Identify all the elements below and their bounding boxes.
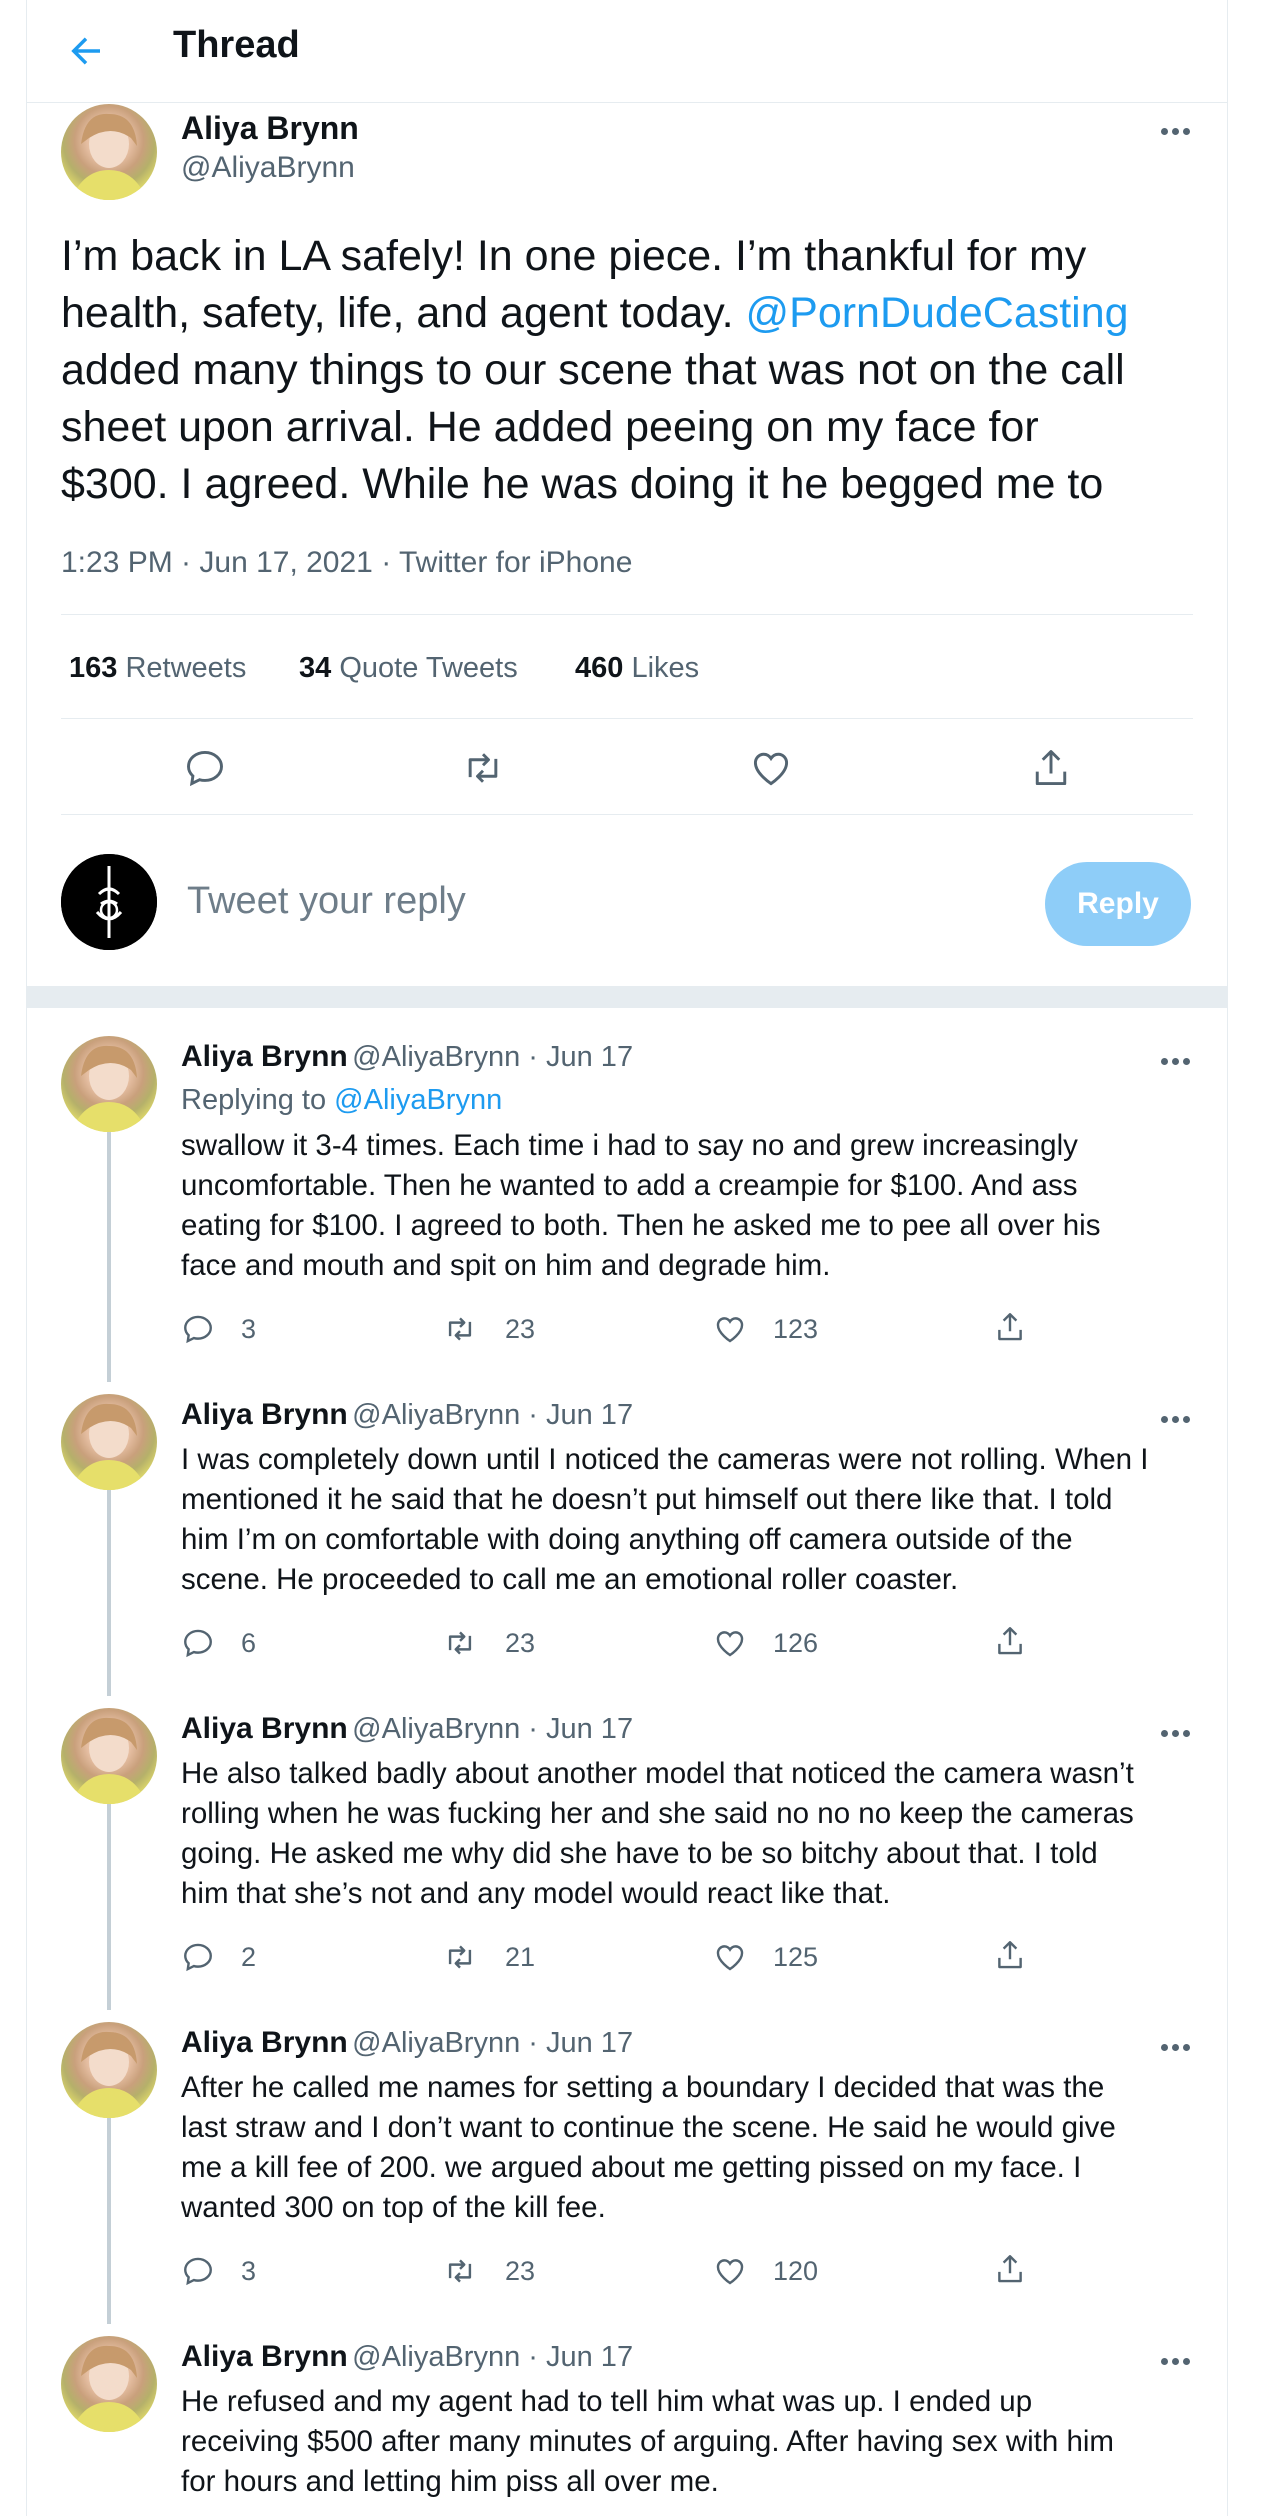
author-name[interactable]: Aliya Brynn <box>181 110 359 147</box>
avatar[interactable] <box>61 2336 157 2432</box>
more-icon[interactable] <box>1161 1052 1201 1065</box>
more-icon[interactable] <box>1161 1724 1201 1737</box>
author-name[interactable]: Aliya Brynn <box>181 1040 348 1073</box>
reply-header: Aliya Brynn @AliyaBrynn · Jun 17 <box>181 1040 633 1074</box>
more-icon[interactable] <box>1161 2352 1201 2365</box>
retweet-icon[interactable] <box>461 746 505 790</box>
retweet-count: 21 <box>505 1942 536 1972</box>
share-icon[interactable] <box>993 1624 1027 1658</box>
mention-link[interactable]: @PornDudeCasting <box>745 289 1128 337</box>
retweet-count: 23 <box>505 2256 536 2286</box>
avatar[interactable] <box>61 1708 157 1804</box>
tweet-timestamp[interactable]: 1:23 PM · Jun 17, 2021 · Twitter for iPh… <box>61 546 632 580</box>
reply-input[interactable]: Tweet your reply <box>187 880 466 923</box>
like-icon[interactable] <box>713 1940 747 1974</box>
author-name[interactable]: Aliya Brynn <box>181 1712 348 1745</box>
author-handle-time[interactable]: @AliyaBrynn · Jun 17 <box>352 1041 633 1073</box>
reply-icon[interactable] <box>181 1312 215 1346</box>
tweet-line: I’m back in LA safely! In one piece. I’m… <box>61 232 1087 280</box>
avatar[interactable] <box>61 104 157 200</box>
tweet-line: added many things to our scene that was … <box>61 346 1125 394</box>
reply-text: I was completely down until I noticed th… <box>181 1443 1149 1596</box>
tweet-line-text: health, safety, life, and agent today. <box>61 289 734 337</box>
divider <box>61 718 1193 719</box>
retweet-icon[interactable] <box>443 1626 477 1660</box>
like-icon[interactable] <box>713 1312 747 1346</box>
tweet-text: I’m back in LA safely! In one piece. I’m… <box>61 228 1201 513</box>
more-icon[interactable] <box>1161 2038 1201 2051</box>
more-icon[interactable] <box>1161 1410 1201 1423</box>
divider <box>61 814 1193 815</box>
like-count: 120 <box>773 2256 819 2286</box>
more-icon[interactable] <box>1161 122 1201 135</box>
author-name[interactable]: Aliya Brynn <box>181 2340 348 2373</box>
retweets-stat[interactable]: 163 Retweets <box>69 652 246 685</box>
reply-text: After he called me names for setting a b… <box>181 2071 1116 2224</box>
reply-count: 3 <box>241 2256 257 2286</box>
retweet-count: 23 <box>505 1628 536 1658</box>
current-user-avatar[interactable] <box>61 854 157 950</box>
share-icon[interactable] <box>993 1938 1027 1972</box>
like-icon[interactable] <box>749 746 793 790</box>
like-count: 125 <box>773 1942 819 1972</box>
author-handle-time[interactable]: @AliyaBrynn · Jun 17 <box>352 2341 633 2373</box>
author-handle-time[interactable]: @AliyaBrynn · Jun 17 <box>352 2027 633 2059</box>
page-title: Thread <box>173 24 300 66</box>
author-handle-time[interactable]: @AliyaBrynn · Jun 17 <box>352 1713 633 1745</box>
thread-column: Thread Aliya Brynn @AliyaBrynn I’m back … <box>26 0 1228 2516</box>
mention-link[interactable]: @AliyaBrynn <box>334 1084 502 1116</box>
thread-header: Thread <box>27 0 1227 103</box>
reply-text: He also talked badly about another model… <box>181 1757 1134 1910</box>
tweet-line: sheet upon arrival. He added peeing on m… <box>61 403 1039 451</box>
reply-header: Aliya Brynn @AliyaBrynn · Jun 17 <box>181 1712 633 1746</box>
like-count: 126 <box>773 1628 819 1658</box>
author-name[interactable]: Aliya Brynn <box>181 1398 348 1431</box>
like-icon[interactable] <box>713 2254 747 2288</box>
reply-header: Aliya Brynn @AliyaBrynn · Jun 17 <box>181 1398 633 1432</box>
replying-to: Replying to @AliyaBrynn <box>181 1084 503 1116</box>
retweet-count: 23 <box>505 1314 536 1344</box>
section-separator <box>27 986 1227 1008</box>
author-handle[interactable]: @AliyaBrynn <box>181 151 355 185</box>
likes-stat[interactable]: 460 Likes <box>575 652 699 685</box>
reply-count: 3 <box>241 1314 257 1344</box>
reply-count: 2 <box>241 1942 257 1972</box>
avatar[interactable] <box>61 1394 157 1490</box>
share-icon[interactable] <box>993 1310 1027 1344</box>
author-handle-time[interactable]: @AliyaBrynn · Jun 17 <box>352 1399 633 1431</box>
thread-line <box>107 1490 111 1696</box>
reply-icon[interactable] <box>181 1940 215 1974</box>
author-name[interactable]: Aliya Brynn <box>181 2026 348 2059</box>
avatar[interactable] <box>61 1036 157 1132</box>
reply-text: He refused and my agent had to tell him … <box>181 2385 1115 2498</box>
tweet-line: $300. I agreed. While he was doing it he… <box>61 460 1104 508</box>
tweet-line: health, safety, life, and agent today. @… <box>61 285 1201 342</box>
reply-icon[interactable] <box>181 2254 215 2288</box>
avatar[interactable] <box>61 2022 157 2118</box>
retweet-icon[interactable] <box>443 1312 477 1346</box>
thread-line <box>107 1804 111 2010</box>
retweet-icon[interactable] <box>443 1940 477 1974</box>
reply-icon[interactable] <box>183 746 227 790</box>
thread-line <box>107 1132 111 1382</box>
reply-header: Aliya Brynn @AliyaBrynn · Jun 17 <box>181 2340 633 2374</box>
thread-line <box>107 2118 111 2324</box>
divider <box>61 614 1193 615</box>
reply-header: Aliya Brynn @AliyaBrynn · Jun 17 <box>181 2026 633 2060</box>
retweet-icon[interactable] <box>443 2254 477 2288</box>
share-icon[interactable] <box>1029 746 1073 790</box>
back-arrow-icon[interactable] <box>65 30 107 72</box>
reply-button[interactable]: Reply <box>1045 862 1191 946</box>
like-icon[interactable] <box>713 1626 747 1660</box>
quote-tweets-stat[interactable]: 34 Quote Tweets <box>299 652 518 685</box>
reply-text: swallow it 3-4 times. Each time i had to… <box>181 1129 1101 1282</box>
reply-count: 6 <box>241 1628 257 1658</box>
reply-icon[interactable] <box>181 1626 215 1660</box>
like-count: 123 <box>773 1314 819 1344</box>
share-icon[interactable] <box>993 2252 1027 2286</box>
